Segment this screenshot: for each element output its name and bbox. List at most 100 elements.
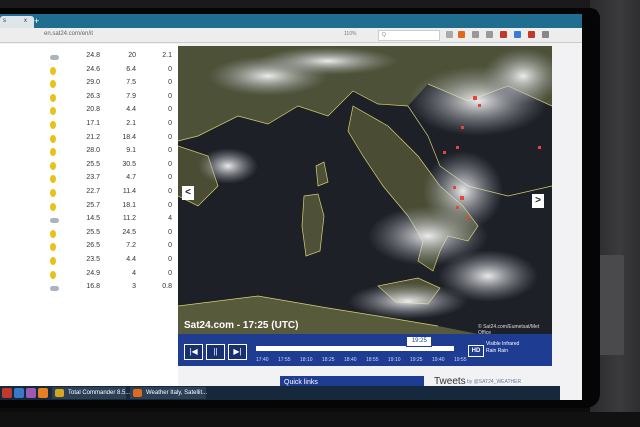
timeline-time-label[interactable]: 18:25 — [322, 357, 335, 363]
timeline-time-label[interactable]: 19:40 — [432, 357, 445, 363]
next-frame-button[interactable]: ▶| — [228, 344, 247, 360]
table-row[interactable]: 22.7 11.4 0 — [0, 188, 178, 200]
city-link[interactable] — [0, 231, 8, 237]
cell-value: 18.1 — [122, 201, 136, 209]
city-link[interactable] — [0, 272, 8, 278]
city-link[interactable] — [0, 108, 8, 114]
browser-tab[interactable]: s x — [0, 16, 34, 28]
prev-arrow-button[interactable]: < — [182, 186, 194, 200]
timeline-time-label[interactable]: 18:10 — [300, 357, 313, 363]
close-icon[interactable]: x — [24, 18, 27, 24]
sun-icon — [50, 66, 58, 76]
table-row[interactable]: 28.0 9.1 0 — [0, 147, 178, 159]
timeline-track[interactable]: 19:25 — [256, 336, 454, 351]
cell-value: 26.3 — [86, 92, 100, 100]
table-row[interactable]: 23.7 4.7 0 — [0, 174, 178, 186]
table-row[interactable]: 25.5 24.5 0 — [0, 229, 178, 241]
taskbar-item-total-commander[interactable]: Total Commander 8.5... — [52, 387, 130, 399]
city-link[interactable] — [0, 204, 8, 210]
table-row[interactable]: 26.3 7.9 0 — [0, 93, 178, 105]
tweets-by-link[interactable]: by @SAT24_WEATHER — [467, 379, 521, 385]
app-icon[interactable] — [38, 388, 48, 398]
timeline-thumb[interactable]: 19:25 — [406, 336, 433, 347]
menu-icon[interactable] — [542, 31, 549, 38]
city-link[interactable] — [0, 190, 8, 196]
timeline-time-label[interactable]: 17:40 — [256, 357, 269, 363]
layer-option[interactable]: Rain — [486, 348, 496, 354]
city-link[interactable] — [0, 136, 8, 142]
city-link[interactable] — [0, 81, 8, 87]
hd-toggle[interactable]: HD — [468, 345, 484, 357]
table-row[interactable]: 24.9 4 0 — [0, 270, 178, 282]
cell-value: 0 — [168, 174, 172, 182]
table-row[interactable]: 20.8 4.4 0 — [0, 106, 178, 118]
satellite-map[interactable]: < > Sat24.com - 17:25 (UTC) © Sat24.com/… — [178, 46, 552, 334]
cell-value: 24.5 — [122, 228, 136, 236]
url-field[interactable]: en.sat24.com/en/it — [44, 31, 93, 37]
table-row[interactable]: 16.8 3 0.8 — [0, 283, 178, 295]
table-row[interactable]: 25.7 18.1 0 — [0, 202, 178, 214]
app-icon[interactable] — [26, 388, 36, 398]
city-link[interactable] — [0, 244, 8, 250]
table-row[interactable]: 14.5 11.2 4 — [0, 215, 178, 227]
zoom-level[interactable]: 110% — [344, 31, 356, 37]
city-link[interactable] — [0, 217, 8, 223]
app-icon[interactable] — [2, 388, 12, 398]
timeline-time-label[interactable]: 19:25 — [410, 357, 423, 363]
pause-button[interactable]: || — [206, 344, 225, 360]
star-icon[interactable] — [446, 31, 453, 38]
timeline-time-label[interactable]: 18:40 — [344, 357, 357, 363]
table-row[interactable]: 21.2 18.4 0 — [0, 134, 178, 146]
cell-value: 4 — [168, 215, 172, 223]
cell-value: 30.5 — [122, 160, 136, 168]
table-row[interactable]: 23.5 4.4 0 — [0, 256, 178, 268]
cell-value: 25.5 — [86, 160, 100, 168]
search-box[interactable]: Q — [378, 30, 440, 41]
city-link[interactable] — [0, 54, 8, 60]
app-icon[interactable] — [14, 388, 24, 398]
desk — [0, 412, 640, 427]
cell-value: 7.9 — [126, 92, 136, 100]
timeline-time-label[interactable]: 19:55 — [454, 357, 467, 363]
sun-icon — [50, 189, 58, 198]
table-row[interactable]: 17.1 2.1 0 — [0, 120, 178, 132]
layer-option[interactable]: Rain — [498, 348, 508, 354]
timeline-time-label[interactable]: 17:55 — [278, 357, 291, 363]
city-link[interactable] — [0, 258, 8, 264]
table-row[interactable]: 25.5 30.5 0 — [0, 161, 178, 173]
city-link[interactable] — [0, 176, 8, 182]
previous-frame-button[interactable]: |◀ — [184, 344, 203, 360]
next-arrow-button[interactable]: > — [532, 194, 544, 208]
table-row[interactable]: 26.5 7.2 0 — [0, 242, 178, 254]
new-tab-button[interactable]: + — [34, 16, 39, 26]
city-link[interactable] — [0, 149, 8, 155]
timeline-time-label[interactable]: 18:55 — [366, 357, 379, 363]
cell-value: 25.5 — [86, 228, 100, 236]
addon-icon[interactable] — [458, 31, 465, 38]
taskbar-item-label: Total Commander 8.5... — [68, 390, 131, 396]
cell-value: 0 — [168, 188, 172, 195]
city-link[interactable] — [0, 122, 8, 128]
home-icon[interactable] — [486, 31, 493, 38]
table-row[interactable]: 24.6 6.4 0 — [0, 66, 178, 78]
layer-option[interactable]: Infrared — [502, 341, 519, 347]
cell-value: 0 — [168, 106, 172, 114]
city-link[interactable] — [0, 68, 8, 74]
table-row[interactable]: 24.8 20 2.1 — [0, 52, 178, 64]
cell-value: 18.4 — [122, 133, 136, 141]
table-row[interactable]: 29.0 7.5 0 — [0, 79, 178, 91]
sun-icon — [50, 257, 58, 266]
taskbar-item-browser[interactable]: Weather Italy, Satellit... — [130, 387, 207, 399]
cell-value: 0.8 — [162, 283, 172, 291]
city-link[interactable] — [0, 95, 8, 101]
city-link[interactable] — [0, 285, 8, 291]
download-icon[interactable] — [472, 31, 479, 38]
city-link[interactable] — [0, 163, 8, 169]
timeline-time-label[interactable]: 19:10 — [388, 357, 401, 363]
cell-value: 4.7 — [126, 174, 136, 182]
extension-icon-3[interactable] — [528, 31, 535, 38]
layer-option[interactable]: Visible — [486, 341, 501, 347]
extension-icon[interactable] — [500, 31, 507, 38]
extension-icon-2[interactable] — [514, 31, 521, 38]
cell-value: 7.2 — [126, 242, 136, 250]
